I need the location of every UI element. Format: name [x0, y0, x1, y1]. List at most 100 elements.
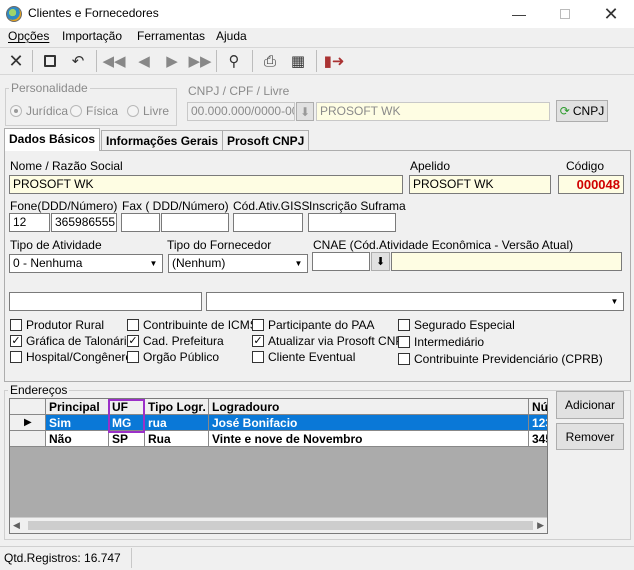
- first-record-icon[interactable]: ◀◀: [102, 50, 126, 72]
- tipo-atividade-label: Tipo de Atividade: [10, 238, 102, 252]
- extra-input[interactable]: [9, 292, 202, 311]
- toolbar-separator: [216, 50, 217, 72]
- col-principal[interactable]: Principal: [46, 399, 109, 415]
- fone-numero-input[interactable]: 365986555: [51, 213, 117, 232]
- checkbox-11[interactable]: [398, 353, 410, 365]
- cell-uf[interactable]: MG: [109, 415, 145, 431]
- toolbar-separator: [252, 50, 253, 72]
- checkbox-9[interactable]: [398, 319, 410, 331]
- checkbox-3[interactable]: [127, 319, 139, 331]
- row-indicator: [10, 431, 46, 447]
- chevron-down-icon: ▼: [149, 259, 158, 268]
- remover-button[interactable]: Remover: [556, 423, 624, 450]
- checkbox-label: Orgão Público: [143, 350, 220, 364]
- exit-door-icon[interactable]: ▮➜: [322, 50, 346, 72]
- app-icon: [6, 6, 22, 22]
- previous-record-icon[interactable]: ◀: [132, 50, 156, 72]
- menu-opcoes[interactable]: Opções: [8, 29, 49, 43]
- cell-numero[interactable]: 123: [529, 415, 547, 431]
- cnpj-label: CNPJ / CPF / Livre: [188, 84, 290, 98]
- minimize-button[interactable]: —: [496, 0, 542, 28]
- menu-ajuda[interactable]: Ajuda: [216, 29, 247, 43]
- checkbox-label: Contribuinte Previdenciário (CPRB): [414, 352, 603, 366]
- cnpj-button[interactable]: ⟳ CNPJ: [556, 100, 608, 122]
- fax-ddd-input[interactable]: [121, 213, 160, 232]
- cnae-code-input[interactable]: [312, 252, 370, 271]
- checkbox-label: Intermediário: [414, 335, 485, 349]
- tab-dados-basicos[interactable]: Dados Básicos: [4, 128, 101, 151]
- apelido-input[interactable]: PROSOFT WK: [409, 175, 551, 194]
- next-record-icon[interactable]: ▶: [160, 50, 184, 72]
- tab-prosoft-cnpj[interactable]: Prosoft CNPJ: [222, 130, 310, 150]
- col-logradouro[interactable]: Logradouro: [209, 399, 529, 415]
- suframa-input[interactable]: [308, 213, 396, 232]
- checkbox-label: Cad. Prefeitura: [143, 334, 224, 348]
- cell-principal[interactable]: Sim: [46, 415, 109, 431]
- enderecos-table: Principal UF Tipo Logr. Logradouro Núme …: [9, 398, 548, 534]
- report-icon[interactable]: ▦: [286, 50, 310, 72]
- table-row[interactable]: ▶ Sim MG rua José Bonifacio 123: [10, 415, 547, 431]
- radio-livre[interactable]: [127, 105, 139, 117]
- tipo-fornecedor-select[interactable]: (Nenhum) ▼: [168, 254, 308, 273]
- radio-fisica-label: Física: [86, 104, 119, 118]
- cancel-icon[interactable]: ✕: [4, 50, 28, 72]
- undo-icon[interactable]: ↶: [66, 50, 90, 72]
- tipo-atividade-select[interactable]: 0 - Nenhuma ▼: [9, 254, 163, 273]
- cell-tipo-logr[interactable]: Rua: [145, 431, 209, 447]
- checkbox-label: Produtor Rural: [26, 318, 105, 332]
- tipo-fornecedor-value: (Nenhum): [172, 256, 226, 270]
- save-icon[interactable]: [38, 50, 62, 72]
- menu-ferramentas[interactable]: Ferramentas: [137, 29, 205, 43]
- scrollbar-thumb[interactable]: [28, 521, 533, 530]
- cod-ativ-input[interactable]: [233, 213, 303, 232]
- cell-logradouro[interactable]: Vinte e nove de Novembro: [209, 431, 529, 447]
- cnae-description-field: [391, 252, 622, 271]
- adicionar-button[interactable]: Adicionar: [556, 391, 624, 419]
- radio-juridica[interactable]: [10, 105, 22, 117]
- nome-input[interactable]: PROSOFT WK: [9, 175, 403, 194]
- fone-ddd-input[interactable]: 12: [9, 213, 50, 232]
- cnae-lookup-button[interactable]: ⬇: [371, 252, 390, 271]
- cell-tipo-logr[interactable]: rua: [145, 415, 209, 431]
- checkbox-1[interactable]: ✓: [10, 335, 22, 347]
- personalidade-label: Personalidade: [9, 81, 90, 95]
- tab-informacoes-gerais[interactable]: Informações Gerais: [101, 130, 224, 150]
- search-binoculars-icon[interactable]: ⚲: [222, 50, 246, 72]
- checkbox-2[interactable]: [10, 351, 22, 363]
- cnpj-name-field: PROSOFT WK: [316, 102, 550, 121]
- cell-uf[interactable]: SP: [109, 431, 145, 447]
- menu-importacao[interactable]: Importação: [62, 29, 122, 43]
- nome-label: Nome / Razão Social: [10, 159, 123, 173]
- print-icon[interactable]: ⎙: [258, 50, 282, 72]
- cell-numero[interactable]: 3453: [529, 431, 547, 447]
- window-title: Clientes e Fornecedores: [28, 6, 159, 20]
- checkbox-5[interactable]: [127, 351, 139, 363]
- scroll-left-icon[interactable]: ◀: [13, 520, 20, 531]
- maximize-button[interactable]: [542, 0, 588, 28]
- checkbox-label: Cliente Eventual: [268, 350, 356, 364]
- checkbox-0[interactable]: [10, 319, 22, 331]
- extra-select[interactable]: ▼: [206, 292, 624, 311]
- fax-numero-input[interactable]: [161, 213, 229, 232]
- row-indicator-header: [10, 399, 46, 415]
- checkbox-8[interactable]: [252, 351, 264, 363]
- horizontal-scrollbar[interactable]: ◀ ▶: [10, 517, 547, 533]
- checkbox-4[interactable]: ✓: [127, 335, 139, 347]
- radio-fisica[interactable]: [70, 105, 82, 117]
- table-row[interactable]: Não SP Rua Vinte e nove de Novembro 3453: [10, 431, 547, 447]
- col-numero[interactable]: Núme: [529, 399, 547, 415]
- cnpj-input[interactable]: 00.000.000/0000-00: [187, 102, 295, 121]
- codigo-label: Código: [566, 159, 605, 173]
- last-record-icon[interactable]: ▶▶: [188, 50, 212, 72]
- col-tipo-logr[interactable]: Tipo Logr.: [145, 399, 209, 415]
- checkbox-6[interactable]: [252, 319, 264, 331]
- cnpj-lookup-button[interactable]: ⬇: [296, 102, 314, 121]
- cell-principal[interactable]: Não: [46, 431, 109, 447]
- chevron-down-icon: ▼: [610, 297, 619, 306]
- col-uf[interactable]: UF: [109, 399, 145, 415]
- cell-logradouro[interactable]: José Bonifacio: [209, 415, 529, 431]
- scroll-right-icon[interactable]: ▶: [537, 520, 544, 531]
- close-window-button[interactable]: ✕: [588, 0, 634, 28]
- checkbox-7[interactable]: ✓: [252, 335, 264, 347]
- checkbox-10[interactable]: [398, 336, 410, 348]
